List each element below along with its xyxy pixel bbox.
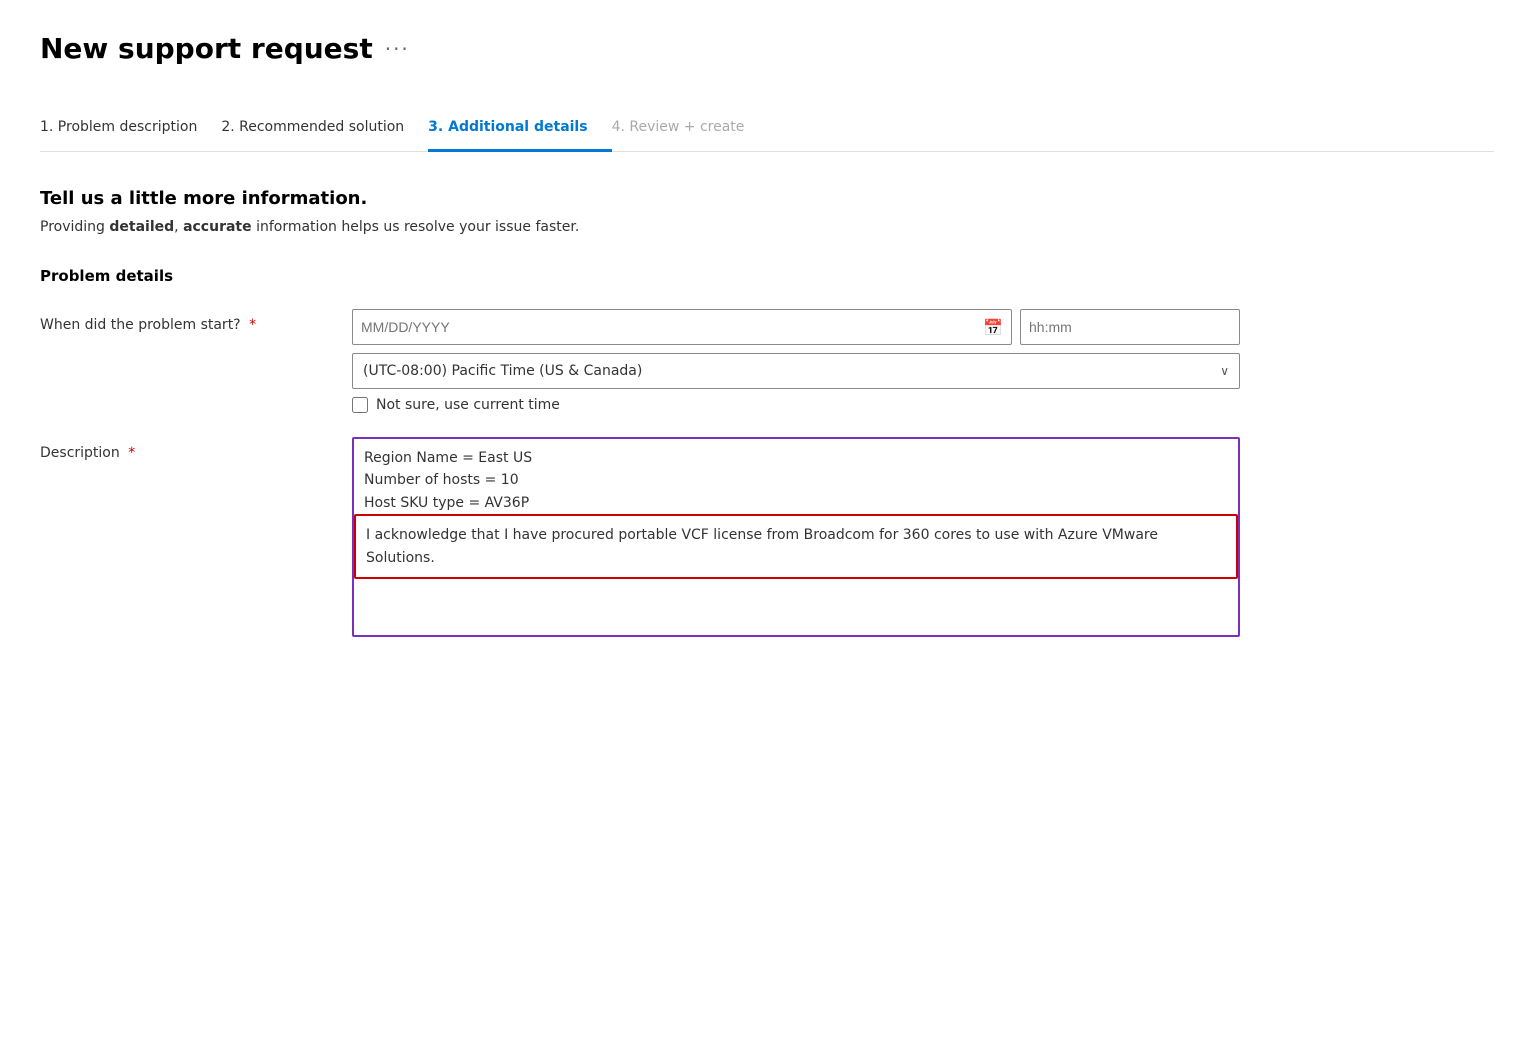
date-input[interactable] xyxy=(361,319,977,335)
description-line-3: Host SKU type = AV36P xyxy=(364,492,1228,514)
when-problem-controls: 📅 (UTC-08:00) Pacific Time (US & Canada)… xyxy=(352,309,1240,413)
description-row: Description * Region Name = East US Numb… xyxy=(40,437,1240,637)
section-heading: Tell us a little more information. xyxy=(40,188,1240,209)
calendar-icon[interactable]: 📅 xyxy=(983,318,1003,337)
wizard-step-1[interactable]: 1. Problem description xyxy=(40,105,221,152)
not-sure-label: Not sure, use current time xyxy=(376,397,560,413)
description-label: Description * xyxy=(40,437,320,461)
chevron-down-icon: ∨ xyxy=(1220,364,1229,378)
highlighted-acknowledgment: I acknowledge that I have procured porta… xyxy=(354,514,1238,579)
highlighted-text: I acknowledge that I have procured porta… xyxy=(366,524,1226,569)
timezone-value: (UTC-08:00) Pacific Time (US & Canada) xyxy=(363,363,642,379)
description-line-2: Number of hosts = 10 xyxy=(364,469,1228,491)
timezone-select[interactable]: (UTC-08:00) Pacific Time (US & Canada) ∨ xyxy=(352,353,1240,389)
when-problem-label: When did the problem start? * xyxy=(40,309,320,333)
description-controls: Region Name = East US Number of hosts = … xyxy=(352,437,1240,637)
section-subtext: Providing detailed, accurate information… xyxy=(40,219,1240,235)
description-textarea-inner: Region Name = East US Number of hosts = … xyxy=(354,439,1238,615)
wizard-step-2[interactable]: 2. Recommended solution xyxy=(221,105,428,152)
when-problem-start-row: When did the problem start? * 📅 (UTC-08:… xyxy=(40,309,1240,413)
wizard-step-3[interactable]: 3. Additional details xyxy=(428,105,611,152)
more-options-icon[interactable]: ··· xyxy=(385,37,410,61)
date-input-wrapper[interactable]: 📅 xyxy=(352,309,1012,345)
wizard-step-4[interactable]: 4. Review + create xyxy=(612,105,769,152)
content-area: Tell us a little more information. Provi… xyxy=(40,188,1240,637)
problem-details-heading: Problem details xyxy=(40,267,1240,285)
page-title: New support request xyxy=(40,32,373,65)
required-indicator-desc: * xyxy=(128,445,135,461)
not-sure-checkbox-row: Not sure, use current time xyxy=(352,397,1240,413)
description-empty-area xyxy=(364,579,1228,607)
required-indicator: * xyxy=(249,317,256,333)
time-input-wrapper[interactable] xyxy=(1020,309,1240,345)
time-input[interactable] xyxy=(1029,319,1231,335)
description-line-1: Region Name = East US xyxy=(364,447,1228,469)
not-sure-checkbox[interactable] xyxy=(352,397,368,413)
datetime-row: 📅 xyxy=(352,309,1240,345)
wizard-steps: 1. Problem description 2. Recommended so… xyxy=(40,105,1494,152)
description-textarea-wrapper[interactable]: Region Name = East US Number of hosts = … xyxy=(352,437,1240,637)
